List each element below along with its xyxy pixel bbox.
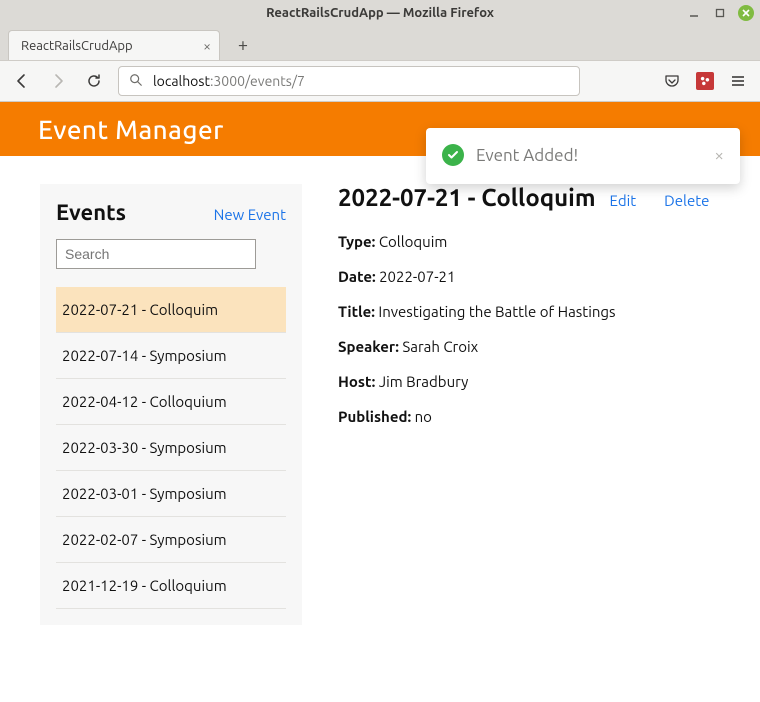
toast-message: Event Added! [476,146,578,165]
url-path: :3000/events/7 [210,73,305,89]
tab-title: ReactRailsCrudApp [21,39,195,53]
nav-toolbar: localhost:3000/events/7 [0,60,760,102]
detail-value: no [415,408,432,425]
detail-label: Published: [338,408,411,425]
detail-label: Title: [338,303,375,320]
window-maximize-button[interactable] [712,5,728,21]
window-title: ReactRailsCrudApp — Mozilla Firefox [0,6,760,20]
toast-close-icon[interactable]: × [714,146,724,165]
detail-value: Jim Bradbury [379,373,469,390]
detail-value: Investigating the Battle of Hastings [378,303,615,320]
browser-tab[interactable]: ReactRailsCrudApp × [8,30,220,60]
detail-row-published: Published: no [338,408,738,425]
detail-label: Date: [338,268,376,285]
reload-button[interactable] [82,69,106,93]
detail-row-type: Type: Colloquim [338,233,738,250]
window-controls [686,0,754,26]
main-content: 2022-07-21 - Colloquim Edit Delete Type:… [338,184,738,443]
check-icon [442,144,464,166]
detail-label: Type: [338,233,375,250]
detail-label: Host: [338,373,375,390]
list-item[interactable]: 2022-02-07 - Symposium [56,517,286,563]
extension-icon[interactable] [696,72,714,90]
url-bar[interactable]: localhost:3000/events/7 [118,66,580,96]
new-event-link[interactable]: New Event [214,206,286,223]
detail-heading: 2022-07-21 - Colloquim [338,184,596,211]
detail-value: Sarah Croix [402,338,478,355]
sidebar: Events New Event 2022-07-21 - Colloquim … [40,184,302,625]
sidebar-title: Events [56,200,126,225]
sidebar-header: Events New Event [56,200,286,225]
url-text: localhost:3000/events/7 [153,73,305,89]
detail-row-title: Title: Investigating the Battle of Hasti… [338,303,738,320]
toast-notification: Event Added! × [426,128,740,184]
tabstrip: ReactRailsCrudApp × + [0,26,760,60]
pocket-icon[interactable] [660,69,684,93]
new-tab-button[interactable]: + [228,30,258,60]
hamburger-menu-icon[interactable] [726,69,750,93]
detail-row-date: Date: 2022-07-21 [338,268,738,285]
window-minimize-button[interactable] [686,5,702,21]
list-item[interactable]: 2022-07-14 - Symposium [56,333,286,379]
list-item[interactable]: 2022-04-12 - Colloquium [56,379,286,425]
tab-close-icon[interactable]: × [203,38,211,54]
detail-value: 2022-07-21 [379,268,455,285]
search-icon [129,73,143,90]
window-close-button[interactable] [738,5,754,21]
toolbar-right [660,69,750,93]
window-titlebar: ReactRailsCrudApp — Mozilla Firefox [0,0,760,26]
detail-label: Speaker: [338,338,399,355]
search-input[interactable] [56,239,256,269]
delete-link[interactable]: Delete [664,192,709,209]
detail-value: Colloquim [379,233,448,250]
edit-link[interactable]: Edit [610,192,637,209]
list-item[interactable]: 2022-03-30 - Symposium [56,425,286,471]
app-title: Event Manager [38,115,224,144]
list-item[interactable]: 2022-03-01 - Symposium [56,471,286,517]
detail-row-host: Host: Jim Bradbury [338,373,738,390]
list-item[interactable]: 2021-12-19 - Colloquium [56,563,286,609]
list-item[interactable]: 2022-07-21 - Colloquim [56,287,286,333]
detail-heading-row: 2022-07-21 - Colloquim Edit Delete [338,184,738,211]
url-host: localhost [153,73,210,89]
forward-button[interactable] [46,69,70,93]
event-list: 2022-07-21 - Colloquim 2022-07-14 - Symp… [56,287,286,609]
app-body: Events New Event 2022-07-21 - Colloquim … [0,156,760,647]
back-button[interactable] [10,69,34,93]
detail-row-speaker: Speaker: Sarah Croix [338,338,738,355]
